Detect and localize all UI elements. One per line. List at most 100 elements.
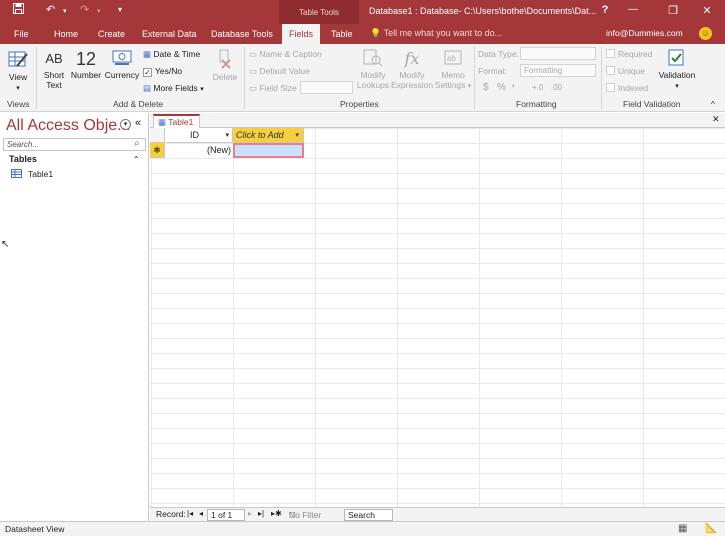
first-record-icon[interactable]: |◂ <box>187 509 193 518</box>
view-icon <box>8 51 28 67</box>
selected-cell[interactable] <box>233 143 304 158</box>
required-checkbox[interactable]: Required <box>606 47 653 61</box>
shutter-bar-close-icon[interactable]: « <box>135 117 141 129</box>
indexed-checkbox[interactable]: Indexed <box>606 81 648 95</box>
memo-settings-icon: ab <box>444 50 462 65</box>
date-time-label: Date & Time <box>153 49 201 59</box>
validation-icon <box>668 49 684 66</box>
currency-button[interactable]: Currency <box>104 48 140 80</box>
close-document-icon[interactable]: ✕ <box>712 114 720 125</box>
group-divider <box>244 47 245 109</box>
close-button[interactable]: ✕ <box>698 4 716 17</box>
group-divider <box>601 47 602 109</box>
currency-label: Currency <box>104 70 140 80</box>
decrease-decimals-icon[interactable]: .00 <box>551 81 562 95</box>
datasheet-view-icon[interactable]: ▦ <box>678 523 687 534</box>
column-dropdown-icon[interactable]: ▾ <box>225 128 229 143</box>
short-text-button[interactable]: AB Short Text <box>41 48 67 90</box>
svg-text:ab: ab <box>447 54 456 63</box>
datasheet[interactable]: ID ▾ Click to Add ▾ ✱ (New) <box>150 128 725 507</box>
help-button[interactable]: ? <box>596 4 614 16</box>
view-label: View <box>8 72 28 82</box>
currency-format-button[interactable]: $ <box>483 81 489 95</box>
select-all-corner[interactable] <box>150 128 165 143</box>
nav-pane-title[interactable]: All Access Obje... <box>6 117 131 135</box>
doc-tab-table1[interactable]: ▦ Table1 <box>153 114 201 128</box>
more-fields-button[interactable]: ▤ More Fields ▾ <box>143 81 204 95</box>
short-text-label-2: Text <box>46 80 62 90</box>
memo-dropdown-icon: ▾ <box>467 83 472 90</box>
tab-database-tools[interactable]: Database Tools <box>205 24 279 44</box>
comma-style-icon[interactable]: ❜ <box>512 81 515 95</box>
validation-button[interactable]: Validation ▾ <box>656 48 698 92</box>
yes-no-button[interactable]: Yes/No <box>143 64 182 78</box>
field-size-input[interactable] <box>300 81 353 94</box>
last-record-icon[interactable]: ▸| <box>258 509 264 518</box>
click-to-add-header[interactable]: Click to Add ▾ <box>233 128 304 143</box>
checkbox-icon <box>143 68 152 77</box>
field-size-label: Field Size <box>259 83 297 93</box>
lightbulb-icon: 💡 <box>370 28 382 38</box>
column-dropdown-icon[interactable]: ▾ <box>295 128 299 143</box>
tab-home[interactable]: Home <box>48 24 84 44</box>
record-search-input[interactable]: Search <box>344 509 393 521</box>
data-type-select[interactable] <box>520 47 596 60</box>
tab-file[interactable]: File <box>8 24 35 44</box>
nav-menu-chevron-icon[interactable]: ▾ <box>120 119 131 130</box>
nav-search-input[interactable]: Search... <box>3 138 146 151</box>
name-caption-button[interactable]: ▭ Name & Caption <box>249 47 322 61</box>
increase-decimals-icon[interactable]: +.0 <box>532 81 543 95</box>
design-view-icon[interactable]: 📐 <box>705 523 717 534</box>
collapse-section-icon[interactable]: ⌃ <box>133 155 140 164</box>
view-button[interactable]: View ▾ <box>4 48 32 94</box>
status-text: Datasheet View <box>5 524 65 534</box>
column-header-id[interactable]: ID ▾ <box>166 128 233 143</box>
search-icon[interactable]: ⌕ <box>134 138 140 149</box>
collapse-ribbon-icon[interactable]: ^ <box>711 98 715 112</box>
table-icon <box>11 169 22 178</box>
current-record-input[interactable]: 1 of 1 <box>207 509 245 521</box>
restore-button[interactable]: ❐ <box>664 4 682 17</box>
unique-checkbox[interactable]: Unique <box>606 64 645 78</box>
id-cell-new[interactable]: (New) <box>166 143 233 158</box>
new-record-marker-icon[interactable]: ✱ <box>150 143 165 158</box>
memo-settings-button[interactable]: ab Memo Settings ▾ <box>434 48 472 92</box>
undo-dropdown-icon[interactable]: ▾ <box>63 7 67 15</box>
tab-table[interactable]: Table <box>325 24 359 44</box>
customize-qat-icon[interactable]: ▾ <box>118 5 122 14</box>
tell-me-box[interactable]: 💡 Tell me what you want to do... <box>370 28 502 39</box>
nav-item-table1[interactable]: Table1 <box>11 169 53 179</box>
tab-create[interactable]: Create <box>92 24 131 44</box>
date-time-button[interactable]: ▦ Date & Time <box>143 47 200 61</box>
number-button[interactable]: 12 Number <box>69 48 103 80</box>
undo-icon[interactable]: ↶ <box>46 3 55 16</box>
validation-dropdown-icon: ▾ <box>675 83 679 90</box>
indexed-label: Indexed <box>618 83 649 93</box>
more-fields-label: More Fields <box>153 83 198 93</box>
user-account[interactable]: info@Dummies.com <box>606 28 683 38</box>
redo-icon[interactable]: ↷ <box>80 3 89 16</box>
format-select[interactable]: Formatting <box>520 64 596 77</box>
redo-dropdown-icon[interactable]: ▾ <box>97 7 101 15</box>
nav-item-label: Table1 <box>28 169 54 179</box>
number-icon: 12 <box>75 49 97 69</box>
tab-external-data[interactable]: External Data <box>136 24 203 44</box>
default-value-button[interactable]: ▭ Default Value <box>249 64 310 78</box>
new-record-icon[interactable]: ▸✱ <box>271 509 282 518</box>
next-record-icon[interactable]: ▸ <box>248 509 252 518</box>
save-icon[interactable] <box>13 3 24 17</box>
modify-lookups-button[interactable]: Modify Lookups <box>356 48 390 90</box>
tab-fields[interactable]: Fields <box>282 24 320 44</box>
previous-record-icon[interactable]: ◂ <box>199 509 203 518</box>
record-navigator: Record: |◂ ◂ 1 of 1 ▸ ▸| ▸✱ ⛉ No Filter … <box>150 507 725 521</box>
modify-expression-button[interactable]: fx Modify Expression <box>391 48 433 90</box>
delete-button[interactable]: Delete <box>211 48 239 82</box>
nav-section-tables[interactable]: Tables <box>9 154 37 164</box>
group-divider <box>36 47 37 109</box>
percent-format-button[interactable]: % <box>497 81 506 95</box>
minimize-button[interactable]: — <box>624 4 642 15</box>
yes-no-label: Yes/No <box>155 66 183 76</box>
feedback-smiley-icon[interactable]: ☺ <box>699 27 712 40</box>
modify-expression-label-1: Modify <box>399 70 425 80</box>
function-icon: fx <box>404 49 420 68</box>
